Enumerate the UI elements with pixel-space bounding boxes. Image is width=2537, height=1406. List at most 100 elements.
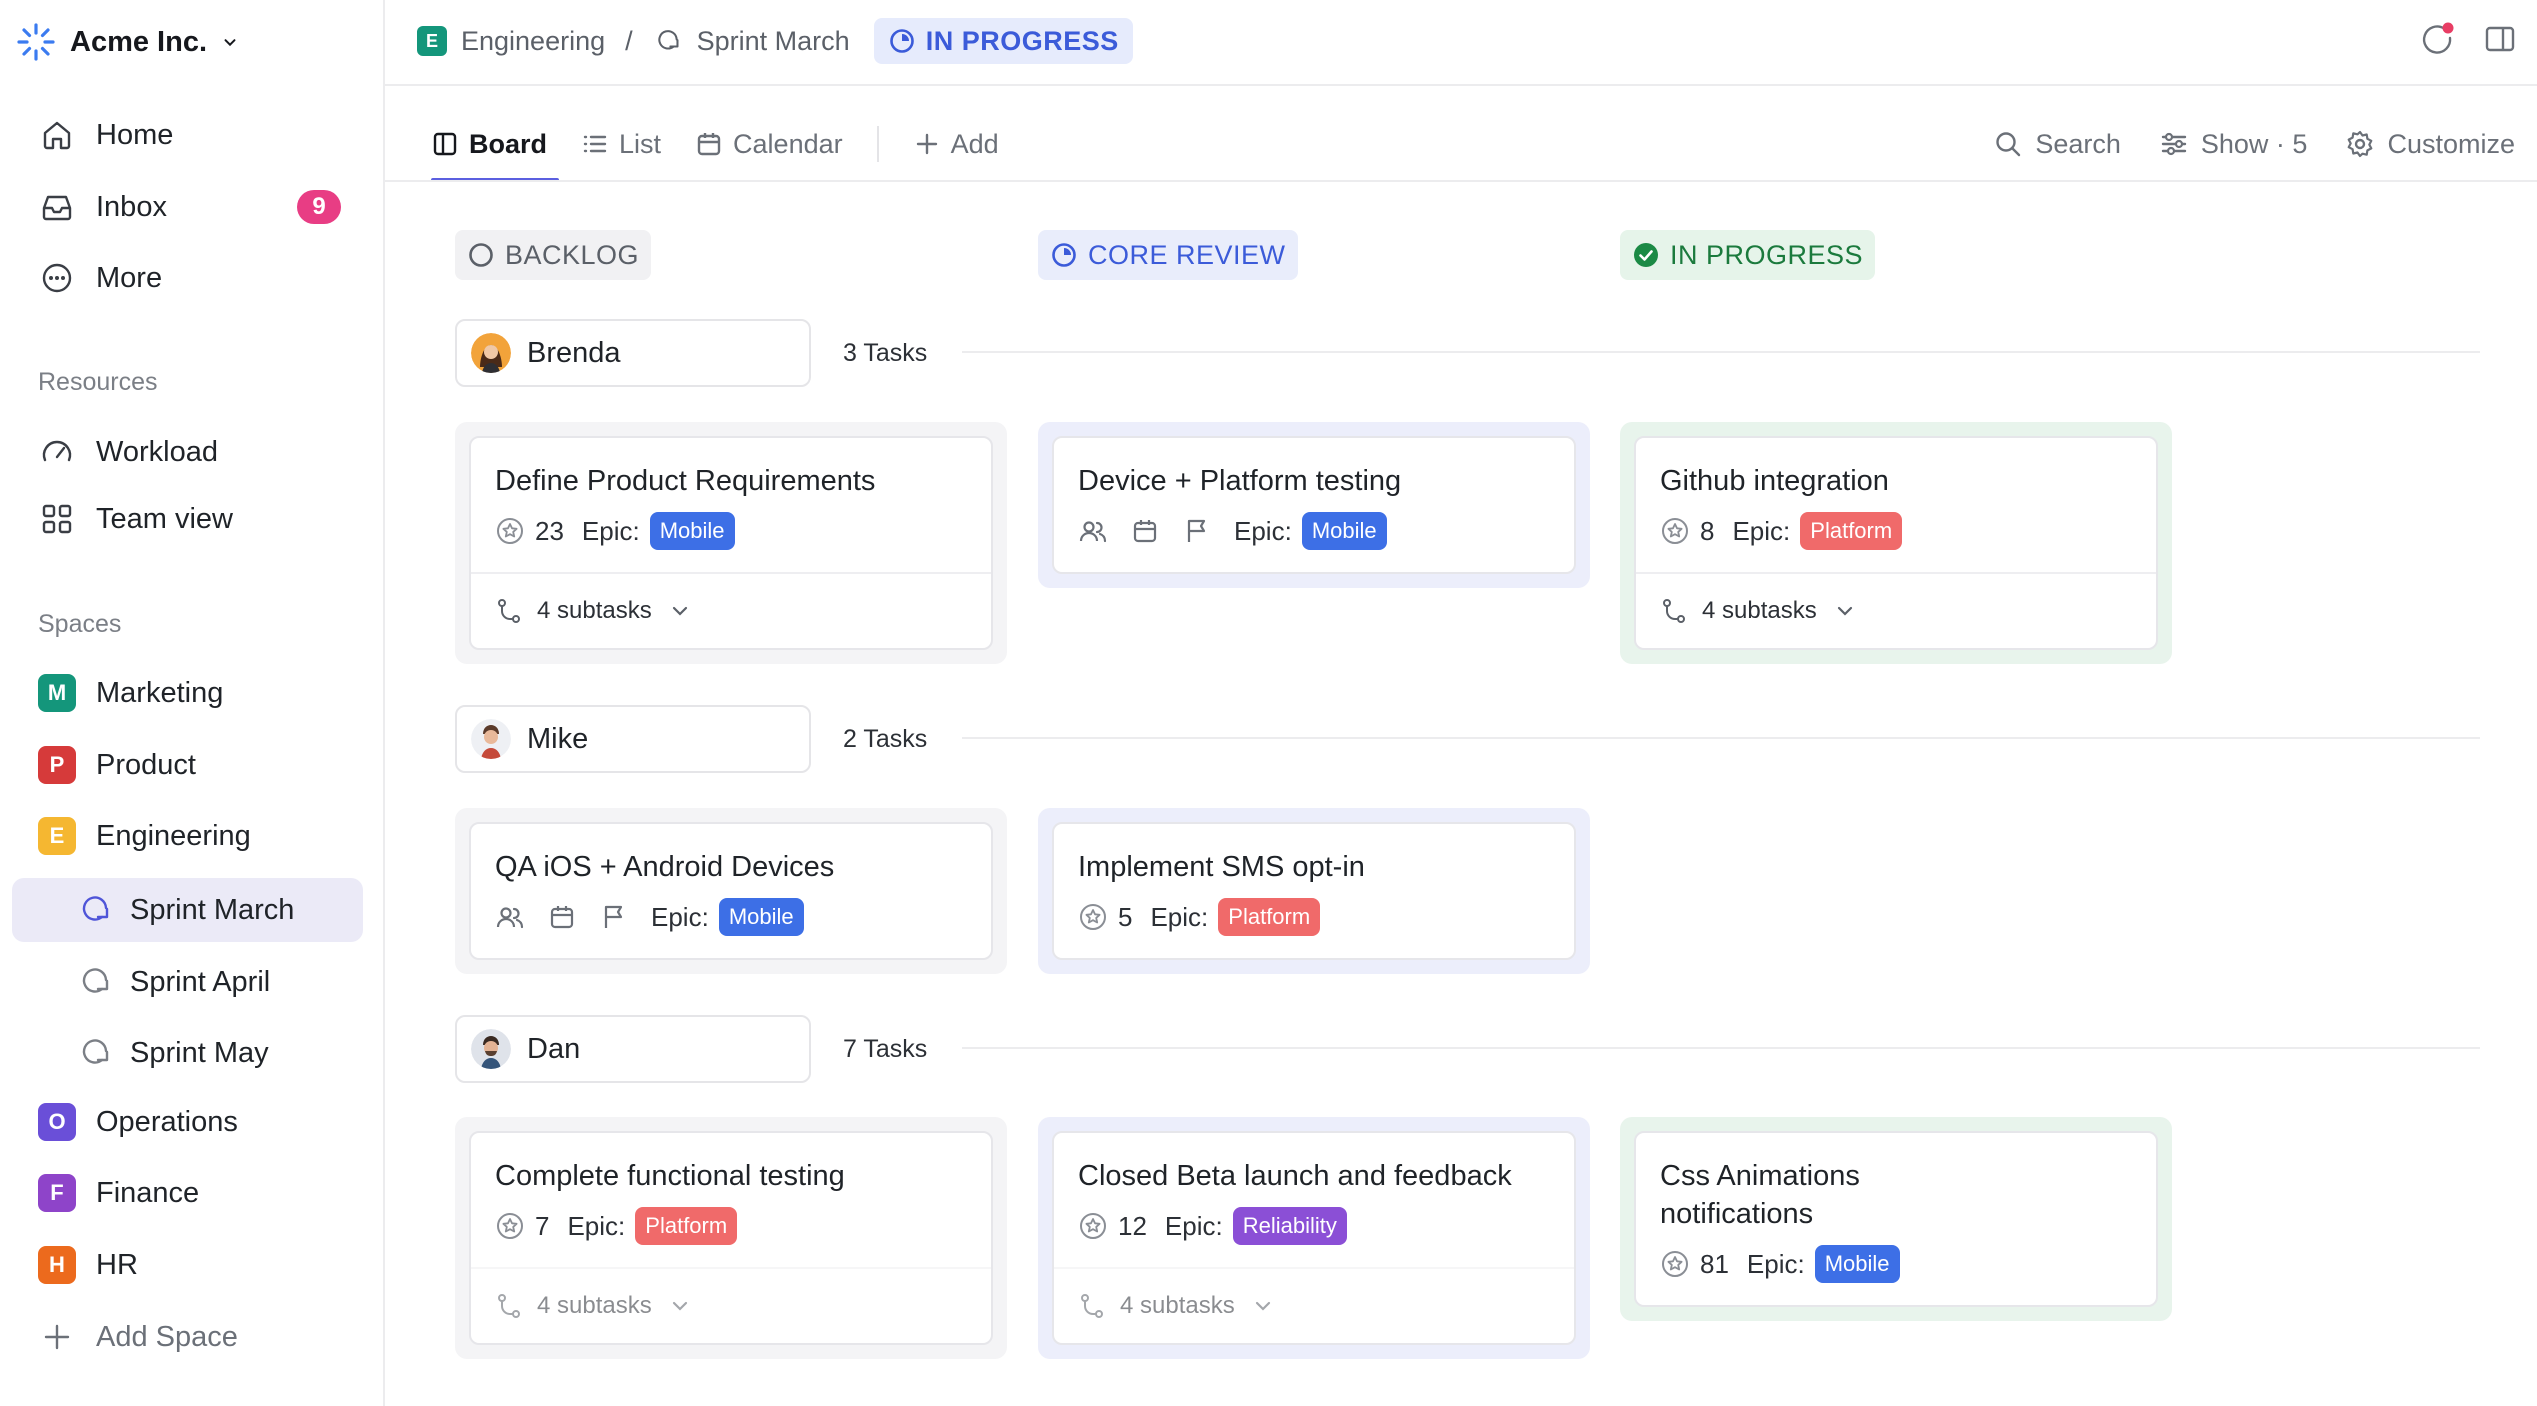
space-name: HR	[96, 1248, 138, 1281]
sprint-icon	[657, 30, 679, 50]
task-card[interactable]: Closed Beta launch and feedback 12 Epic:…	[1052, 1131, 1576, 1345]
sprint-points: 5	[1118, 901, 1133, 932]
sprint-may[interactable]: Sprint May	[76, 1031, 269, 1075]
group-header-dan[interactable]: Dan	[455, 1015, 811, 1083]
tab-calendar-label: Calendar	[733, 128, 843, 159]
add-space-button[interactable]: Add Space	[38, 1315, 238, 1359]
epic-tag[interactable]: Mobile	[649, 512, 735, 550]
header-divider	[385, 84, 2537, 86]
task-card[interactable]: Complete functional testing 7 Epic: Plat…	[469, 1131, 993, 1345]
task-card[interactable]: Define Product Requirements 23 Epic: Mob…	[469, 436, 993, 650]
space-avatar-icon: M	[38, 674, 76, 712]
workspace-switcher[interactable]: Acme Inc.	[16, 18, 239, 66]
breadcrumb-space[interactable]: Engineering	[461, 26, 605, 57]
epic-label: Epic:	[567, 1210, 626, 1241]
space-avatar-icon: F	[38, 1174, 76, 1212]
view-tabs: Board List Calendar Add	[417, 108, 999, 182]
task-title: Device + Platform testing	[1078, 465, 1402, 497]
space-name: Marketing	[96, 676, 224, 709]
column-core-review-header[interactable]: CORE REVIEW	[1038, 230, 1298, 280]
task-title: Css Animations notifications	[1636, 1133, 2156, 1233]
epic-tag[interactable]: Mobile	[718, 898, 804, 936]
breadcrumb-list[interactable]: Sprint March	[697, 26, 850, 57]
panel-toggle-icon[interactable]	[2483, 22, 2517, 56]
column-backlog-header[interactable]: BACKLOG	[455, 230, 652, 280]
workspace-logo-icon	[17, 23, 55, 61]
epic-tag[interactable]: Platform	[1800, 512, 1903, 550]
sprint-points-icon	[1662, 518, 1688, 544]
space-hr[interactable]: H HR	[38, 1243, 138, 1287]
assignees-icon	[1079, 521, 1107, 543]
subtasks-toggle[interactable]: 4 subtasks	[1636, 572, 2156, 648]
inbox-icon	[42, 195, 72, 221]
task-card[interactable]: Device + Platform testing Epic: Mobile	[1052, 436, 1576, 574]
check-circle-icon	[1634, 243, 1658, 267]
epic-tag[interactable]: Platform	[635, 1207, 738, 1245]
subtask-icon	[1081, 1294, 1103, 1318]
subtasks-toggle[interactable]: 4 subtasks	[1054, 1267, 1574, 1343]
nav-inbox[interactable]: Inbox	[38, 185, 167, 229]
tab-board[interactable]: Board	[431, 108, 560, 182]
card-container: Css Animations notifications 81 Epic: Mo…	[1620, 1117, 2172, 1321]
chevron-down-icon	[1837, 606, 1852, 616]
task-card[interactable]: Implement SMS opt-in 5 Epic: Platform	[1052, 822, 1576, 960]
notification-icon[interactable]	[2420, 22, 2454, 56]
subtasks-toggle[interactable]: 4 subtasks	[471, 1267, 991, 1343]
nav-more[interactable]: More	[38, 256, 162, 300]
nav-inbox-label: Inbox	[96, 190, 167, 223]
sprint-name: Sprint March	[130, 893, 295, 926]
column-in-progress-header[interactable]: IN PROGRESS	[1620, 230, 1876, 280]
sprint-april[interactable]: Sprint April	[76, 960, 270, 1004]
customize-button[interactable]: Customize	[2345, 129, 2515, 160]
task-title: Github integration	[1660, 465, 1889, 497]
chevron-down-icon	[672, 606, 687, 616]
sprint-march[interactable]: Sprint March	[76, 888, 294, 932]
space-finance[interactable]: F Finance	[38, 1171, 199, 1215]
chevron-down-icon	[1255, 1301, 1270, 1311]
space-name: Engineering	[96, 819, 251, 852]
space-engineering[interactable]: E Engineering	[38, 814, 251, 858]
group-header-mike[interactable]: Mike	[455, 705, 811, 773]
sprint-points: 12	[1118, 1210, 1147, 1241]
space-avatar-icon: O	[38, 1103, 76, 1141]
nav-workload[interactable]: Workload	[38, 430, 218, 474]
epic-tag[interactable]: Platform	[1218, 898, 1321, 936]
sprint-points: 23	[535, 515, 564, 546]
sprint-icon	[82, 968, 109, 993]
epic-tag[interactable]: Mobile	[1814, 1245, 1900, 1283]
task-card[interactable]: Github integration 8 Epic: Platform 4 su…	[1634, 436, 2158, 650]
assignees-icon	[496, 907, 524, 929]
status-label: IN PROGRESS	[925, 25, 1119, 56]
inbox-count-badge: 9	[297, 190, 341, 224]
nav-team-view[interactable]: Team view	[38, 497, 233, 541]
group-name: Brenda	[527, 336, 621, 369]
tab-calendar[interactable]: Calendar	[695, 108, 843, 180]
space-product[interactable]: P Product	[38, 743, 196, 787]
epic-label: Epic:	[1164, 1210, 1223, 1241]
space-marketing[interactable]: M Marketing	[38, 671, 223, 715]
tab-list[interactable]: List	[581, 108, 661, 180]
subtasks-toggle[interactable]: 4 subtasks	[471, 572, 991, 648]
nav-home[interactable]: Home	[38, 113, 173, 157]
epic-tag[interactable]: Reliability	[1232, 1207, 1347, 1245]
space-operations[interactable]: O Operations	[38, 1100, 238, 1144]
task-meta: 23 Epic: Mobile	[471, 500, 991, 572]
group-task-count: 2 Tasks	[843, 725, 928, 753]
space-name: Finance	[96, 1176, 200, 1209]
calendar-icon	[550, 906, 574, 929]
home-icon	[43, 121, 71, 150]
add-view-button[interactable]: Add	[913, 108, 999, 180]
task-card[interactable]: QA iOS + Android Devices Epic: Mobile	[469, 822, 993, 960]
search-icon	[1996, 132, 2021, 157]
card-container: Github integration 8 Epic: Platform 4 su…	[1620, 422, 2172, 664]
group-divider	[962, 351, 2480, 353]
show-button[interactable]: Show · 5	[2159, 129, 2307, 160]
status-badge[interactable]: IN PROGRESS	[873, 18, 1133, 64]
sprint-name: Sprint May	[130, 1036, 269, 1069]
column-title: CORE REVIEW	[1088, 239, 1286, 270]
epic-tag[interactable]: Mobile	[1301, 512, 1387, 550]
task-card[interactable]: Css Animations notifications 81 Epic: Mo…	[1634, 1131, 2158, 1307]
sprint-points: 81	[1700, 1248, 1729, 1279]
search-button[interactable]: Search	[1993, 129, 2121, 160]
group-header-brenda[interactable]: Brenda	[455, 319, 811, 387]
